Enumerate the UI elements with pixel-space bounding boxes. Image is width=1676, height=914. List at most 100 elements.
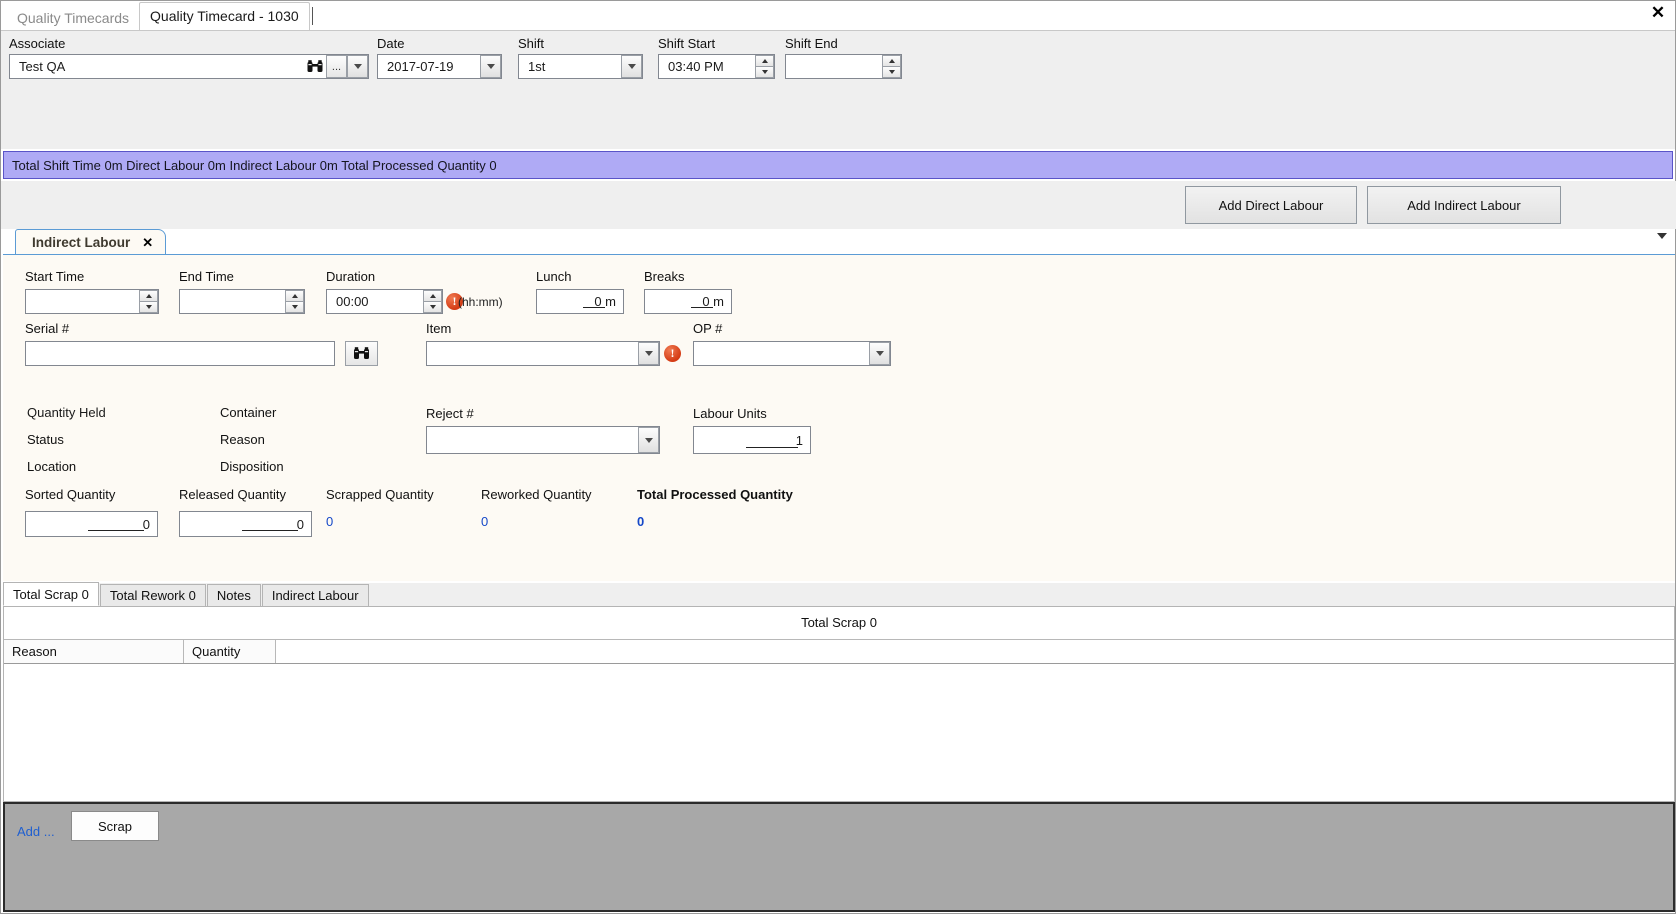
timecard-header-panel: Associate Test QA ... Date 2017-07-19 Sh… bbox=[1, 31, 1675, 149]
serial-input[interactable] bbox=[25, 341, 335, 366]
breaks-label: Breaks bbox=[644, 269, 685, 284]
location-label: Location bbox=[27, 459, 77, 474]
associate-dropdown-button[interactable] bbox=[347, 55, 368, 78]
inner-tab-close-icon[interactable]: ✕ bbox=[142, 235, 153, 251]
stepper-down-icon[interactable] bbox=[423, 301, 442, 313]
start-time-input[interactable] bbox=[25, 289, 159, 314]
date-input[interactable]: 2017-07-19 bbox=[377, 54, 502, 79]
start-time-field-group: Start Time bbox=[25, 269, 159, 314]
associate-input[interactable]: Test QA ... bbox=[9, 54, 369, 79]
labour-units-input[interactable]: 1 bbox=[693, 426, 811, 454]
sorted-quantity-input[interactable]: 0 bbox=[25, 511, 158, 537]
breaks-mask-underline bbox=[691, 307, 713, 308]
shift-end-stepper[interactable] bbox=[882, 55, 901, 78]
item-select[interactable] bbox=[426, 341, 660, 366]
column-header-quantity[interactable]: Quantity bbox=[184, 640, 276, 663]
container-label: Container bbox=[220, 405, 277, 420]
labour-units-value: 1 bbox=[795, 432, 803, 448]
serial-field-group: Serial # bbox=[25, 321, 378, 366]
released-quantity-input[interactable]: 0 bbox=[179, 511, 312, 537]
start-time-stepper[interactable] bbox=[139, 290, 158, 313]
reject-field-group: Reject # bbox=[426, 406, 660, 454]
totals-summary-bar: Total Shift Time 0m Direct Labour 0m Ind… bbox=[3, 151, 1673, 179]
close-icon[interactable]: ✕ bbox=[1647, 2, 1669, 24]
released-quantity-mask-underline bbox=[242, 530, 298, 531]
stepper-up-icon[interactable] bbox=[423, 290, 442, 301]
op-select[interactable] bbox=[693, 341, 891, 366]
duration-input[interactable]: 00:00 bbox=[326, 289, 443, 314]
tab-notes[interactable]: Notes bbox=[206, 584, 261, 606]
stepper-up-icon[interactable] bbox=[285, 290, 304, 301]
breaks-input[interactable]: 0 m bbox=[644, 289, 732, 314]
scrapped-quantity-label: Scrapped Quantity bbox=[326, 487, 434, 502]
labour-entry-tab-area: Indirect Labour ✕ Start Time End Time Du… bbox=[3, 229, 1675, 581]
inner-tab-label: Indirect Labour bbox=[32, 235, 131, 250]
shift-select[interactable]: 1st bbox=[518, 54, 643, 79]
lunch-input[interactable]: 0 m bbox=[536, 289, 624, 314]
shift-field-group: Shift 1st bbox=[518, 36, 643, 79]
tab-total-scrap[interactable]: Total Scrap 0 bbox=[3, 582, 99, 606]
start-time-label: Start Time bbox=[25, 269, 85, 284]
op-field-group: OP # bbox=[693, 321, 891, 366]
chevron-down-icon bbox=[875, 351, 884, 356]
shift-value: 1st bbox=[528, 59, 546, 74]
reject-select[interactable] bbox=[426, 426, 660, 454]
tab-quality-timecards[interactable]: Quality Timecards bbox=[7, 6, 140, 30]
end-time-input[interactable] bbox=[179, 289, 305, 314]
add-link[interactable]: Add ... bbox=[17, 824, 55, 839]
stepper-down-icon[interactable] bbox=[139, 301, 158, 313]
tab-indirect-labour[interactable]: Indirect Labour bbox=[261, 584, 369, 606]
reworked-quantity-value: 0 bbox=[481, 514, 489, 529]
associate-ellipsis-button[interactable]: ... bbox=[326, 55, 347, 78]
stepper-up-icon[interactable] bbox=[755, 55, 774, 66]
stepper-up-icon[interactable] bbox=[139, 290, 158, 301]
indirect-labour-panel: Start Time End Time Duration 00:00 ! (hh… bbox=[3, 254, 1675, 581]
shift-start-field-group: Shift Start 03:40 PM bbox=[658, 36, 775, 79]
tab-overflow-chevron-icon[interactable] bbox=[1657, 233, 1667, 239]
duration-stepper[interactable] bbox=[423, 290, 442, 313]
stepper-up-icon[interactable] bbox=[882, 55, 901, 66]
shift-end-input[interactable] bbox=[785, 54, 902, 79]
lunch-label: Lunch bbox=[536, 269, 572, 284]
binoculars-icon[interactable] bbox=[304, 55, 326, 78]
tab-quality-timecard-1030[interactable]: Quality Timecard - 1030 bbox=[139, 2, 310, 30]
op-dropdown-button[interactable] bbox=[869, 342, 890, 365]
associate-value: Test QA bbox=[19, 59, 66, 74]
quantity-held-label: Quantity Held bbox=[27, 405, 106, 420]
item-dropdown-button[interactable] bbox=[638, 342, 659, 365]
total-processed-quantity-label: Total Processed Quantity bbox=[637, 487, 793, 502]
reworked-quantity-label: Reworked Quantity bbox=[481, 487, 592, 502]
labour-units-field-group: Labour Units 1 bbox=[693, 406, 811, 454]
add-indirect-labour-button[interactable]: Add Indirect Labour bbox=[1367, 186, 1561, 224]
status-label: Status bbox=[27, 432, 64, 447]
tab-total-rework[interactable]: Total Rework 0 bbox=[99, 584, 206, 606]
quality-timecard-window: Quality Timecards Quality Timecard - 103… bbox=[0, 0, 1676, 914]
associate-field-group: Associate Test QA ... bbox=[9, 36, 369, 79]
reject-dropdown-button[interactable] bbox=[638, 427, 659, 453]
column-header-reason[interactable]: Reason bbox=[4, 640, 184, 663]
shift-start-stepper[interactable] bbox=[755, 55, 774, 78]
shift-dropdown-button[interactable] bbox=[621, 55, 642, 78]
scrap-button[interactable]: Scrap bbox=[71, 811, 159, 841]
inner-tab-indirect-labour[interactable]: Indirect Labour ✕ bbox=[15, 229, 167, 255]
end-time-stepper[interactable] bbox=[285, 290, 304, 313]
lunch-value-wrap: 0 m bbox=[537, 290, 623, 313]
scrap-grid-title: Total Scrap 0 bbox=[801, 615, 877, 630]
add-direct-labour-button[interactable]: Add Direct Labour bbox=[1185, 186, 1357, 224]
tab-cursor bbox=[311, 6, 313, 25]
stepper-down-icon[interactable] bbox=[755, 66, 774, 78]
stepper-down-icon[interactable] bbox=[285, 301, 304, 313]
breaks-field-group: Breaks 0 m bbox=[644, 269, 732, 314]
reworked-quantity-field-group: Reworked Quantity 0 bbox=[481, 487, 592, 529]
shift-start-input[interactable]: 03:40 PM bbox=[658, 54, 775, 79]
end-time-field-group: End Time bbox=[179, 269, 305, 314]
item-error-icon[interactable]: ! bbox=[664, 345, 681, 362]
stepper-down-icon[interactable] bbox=[882, 66, 901, 78]
date-dropdown-button[interactable] bbox=[480, 55, 501, 78]
serial-search-button[interactable] bbox=[345, 341, 378, 366]
shift-end-field-group: Shift End bbox=[785, 36, 902, 79]
released-quantity-label: Released Quantity bbox=[179, 487, 286, 502]
sorted-quantity-value-wrap: 0 bbox=[26, 512, 157, 536]
reject-label: Reject # bbox=[426, 406, 474, 421]
labour-units-label: Labour Units bbox=[693, 406, 767, 421]
